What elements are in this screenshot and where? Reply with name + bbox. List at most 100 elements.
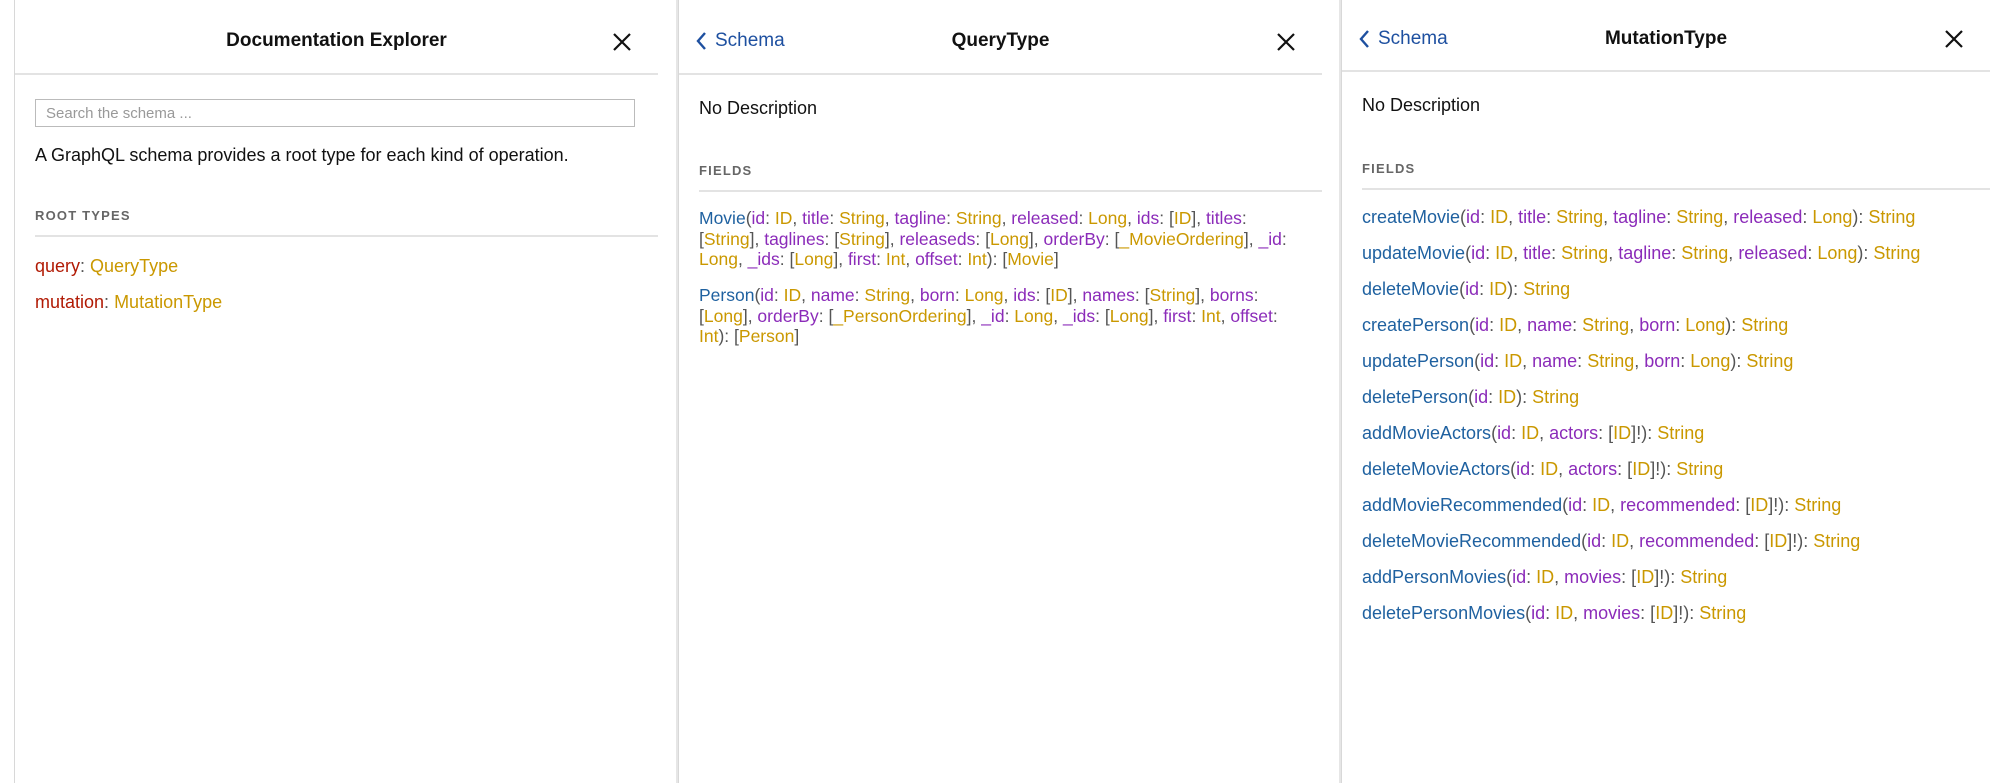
type-link[interactable]: ID [1521, 423, 1539, 443]
type-link[interactable]: String [1561, 243, 1608, 263]
field-name[interactable]: deleteMovieActors [1362, 459, 1510, 479]
type-link[interactable]: _MovieOrdering [1119, 229, 1244, 249]
type-link[interactable]: ID [1050, 285, 1068, 305]
type-link[interactable]: String [1681, 243, 1728, 263]
type-link[interactable]: String [1150, 285, 1196, 305]
panel-title: Documentation Explorer [226, 30, 447, 51]
punctuation: , [1629, 531, 1640, 551]
type-link[interactable]: Int [1201, 306, 1220, 326]
type-link[interactable]: ID [1613, 423, 1631, 443]
type-link[interactable]: ID [1592, 495, 1610, 515]
type-link[interactable]: ID [1632, 459, 1650, 479]
type-link[interactable]: Long [1088, 208, 1127, 228]
type-link[interactable]: Int [967, 249, 986, 269]
arg-name: taglines [764, 228, 825, 249]
punctuation: ): [1778, 495, 1795, 515]
type-link[interactable]: ID [1636, 567, 1654, 587]
type-link[interactable]: String [1556, 207, 1603, 227]
type-link[interactable]: Long [1110, 306, 1149, 326]
type-link[interactable]: Long [794, 249, 833, 269]
punctuation: ): [1664, 567, 1681, 587]
type-link[interactable]: Long [1014, 306, 1053, 326]
field-name[interactable]: Movie [699, 208, 746, 228]
type-link[interactable]: ID [1504, 351, 1522, 371]
type-link[interactable]: Int [886, 249, 905, 269]
type-link[interactable]: Long [1817, 243, 1857, 263]
arg-name: id [1568, 495, 1583, 515]
return-type-link[interactable]: Person [739, 326, 794, 346]
type-link[interactable]: Int [699, 326, 718, 346]
type-link[interactable]: ID [1490, 207, 1508, 227]
type-link[interactable]: Long [699, 249, 738, 269]
punctuation: : [1675, 315, 1686, 335]
close-icon[interactable] [1274, 30, 1300, 56]
root-type-link[interactable]: QueryType [90, 256, 178, 276]
field-name[interactable]: deleteMovieRecommended [1362, 531, 1581, 551]
return-type-link[interactable]: String [1680, 567, 1727, 587]
type-link[interactable]: String [839, 229, 885, 249]
field-name[interactable]: deleteMovie [1362, 279, 1459, 299]
type-link[interactable]: ID [1536, 567, 1554, 587]
return-type-link[interactable]: String [1794, 495, 1841, 515]
field-name[interactable]: addMovieActors [1362, 423, 1491, 443]
field-name[interactable]: deletePerson [1362, 387, 1468, 407]
type-link[interactable]: ID [1498, 387, 1516, 407]
type-link[interactable]: ID [1540, 459, 1558, 479]
panel-title: MutationType [1604, 28, 1728, 49]
type-link[interactable]: ID [1489, 279, 1507, 299]
type-link[interactable]: Long [1685, 315, 1725, 335]
type-link[interactable]: ID [1750, 495, 1768, 515]
field-name[interactable]: addPersonMovies [1362, 567, 1506, 587]
type-link[interactable]: ID [1495, 243, 1513, 263]
type-link[interactable]: String [956, 208, 1002, 228]
type-link[interactable]: Long [990, 229, 1029, 249]
punctuation: : [1680, 351, 1691, 371]
search-input[interactable] [35, 99, 635, 127]
return-type-link[interactable]: String [1676, 459, 1723, 479]
type-link[interactable]: ID [784, 285, 802, 305]
query-type-panel: Schema QueryType No Description FIELDS M… [678, 0, 1322, 783]
type-link[interactable]: _PersonOrdering [833, 306, 966, 326]
return-type-link[interactable]: String [1746, 351, 1793, 371]
type-link[interactable]: String [1676, 207, 1723, 227]
type-link[interactable]: Long [965, 285, 1004, 305]
type-link[interactable]: ID [1555, 603, 1573, 623]
type-link[interactable]: String [1582, 315, 1629, 335]
field-name[interactable]: addMovieRecommended [1362, 495, 1562, 515]
type-link[interactable]: Long [704, 306, 743, 326]
close-icon[interactable] [1942, 27, 1968, 53]
field-name[interactable]: updatePerson [1362, 351, 1474, 371]
type-link[interactable]: ID [1769, 531, 1787, 551]
return-type-link[interactable]: String [1523, 279, 1570, 299]
return-type-link[interactable]: String [1873, 243, 1920, 263]
punctuation: : [1621, 567, 1632, 587]
punctuation: , [838, 249, 848, 269]
return-type-link[interactable]: String [1532, 387, 1579, 407]
type-link[interactable]: Long [1690, 351, 1730, 371]
type-link[interactable]: String [839, 208, 885, 228]
return-type-link[interactable]: String [1741, 315, 1788, 335]
punctuation: , [884, 208, 895, 228]
type-link[interactable]: ID [1655, 603, 1673, 623]
type-link[interactable]: String [864, 285, 910, 305]
close-icon[interactable] [610, 30, 636, 56]
return-type-link[interactable]: String [1813, 531, 1860, 551]
return-type-link[interactable]: String [1868, 207, 1915, 227]
type-link[interactable]: String [1587, 351, 1634, 371]
type-link[interactable]: Long [1812, 207, 1852, 227]
field-name[interactable]: deletePersonMovies [1362, 603, 1525, 623]
field-name[interactable]: createPerson [1362, 315, 1469, 335]
type-link[interactable]: ID [1499, 315, 1517, 335]
root-type-link[interactable]: MutationType [114, 292, 222, 312]
return-type-link[interactable]: String [1699, 603, 1746, 623]
field-name[interactable]: createMovie [1362, 207, 1460, 227]
punctuation: , [910, 285, 920, 305]
return-type-link[interactable]: Movie [1007, 249, 1054, 269]
return-type-link[interactable]: String [1657, 423, 1704, 443]
type-link[interactable]: ID [1611, 531, 1629, 551]
field-name[interactable]: Person [699, 285, 754, 305]
field-name[interactable]: updateMovie [1362, 243, 1465, 263]
type-link[interactable]: ID [1174, 208, 1192, 228]
type-link[interactable]: String [704, 229, 750, 249]
type-link[interactable]: ID [775, 208, 793, 228]
